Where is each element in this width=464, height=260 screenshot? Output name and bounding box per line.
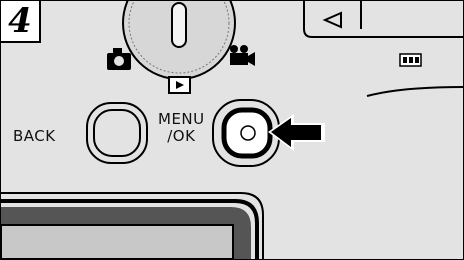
menu-label-line1: MENU [158, 110, 205, 128]
menu-ok-button[interactable] [212, 99, 280, 167]
mode-dial[interactable] [122, 1, 236, 80]
camera-body [1, 1, 463, 259]
playback-icon [168, 76, 191, 94]
menu-ok-label: MENU /OK [158, 111, 205, 145]
back-button-label: BACK [13, 127, 56, 145]
movie-camera-icon [230, 45, 255, 66]
back-button[interactable] [86, 102, 148, 164]
camera-illustration: 4 BACK MENU /OK [0, 0, 464, 260]
menu-label-line2: /OK [167, 127, 196, 145]
step-number: 4 [1, 1, 41, 43]
battery-icon [399, 53, 422, 67]
body-contour [366, 86, 463, 97]
lcd-monitor [1, 192, 264, 259]
left-arrow-icon [322, 11, 342, 29]
camera-icon [107, 48, 131, 70]
